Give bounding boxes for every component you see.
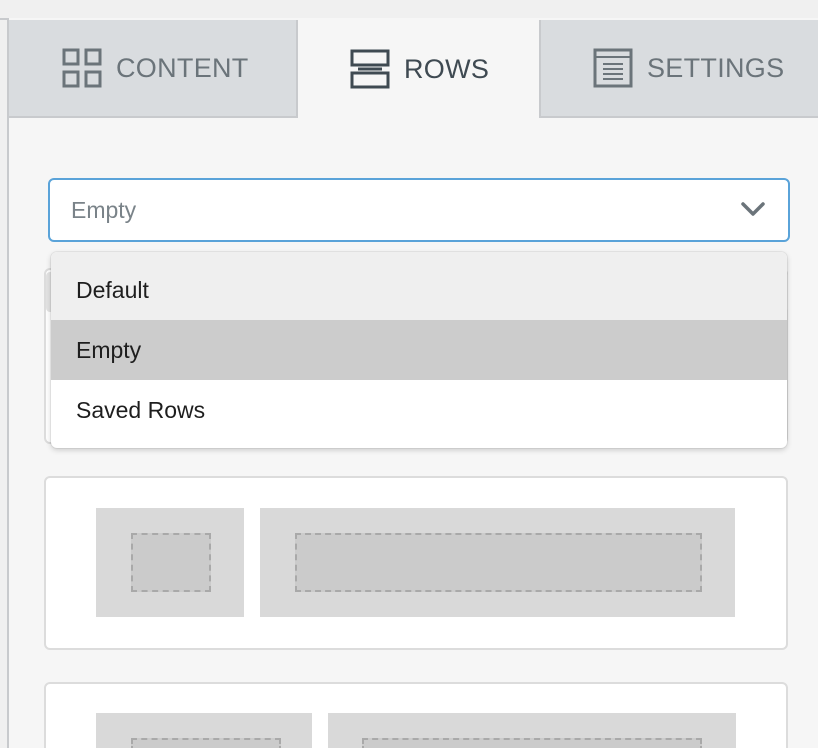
option-default[interactable]: Default	[51, 252, 787, 320]
column-placeholder	[131, 533, 211, 592]
row-group-select[interactable]: Empty	[48, 178, 790, 242]
column-placeholder	[295, 533, 702, 592]
tab-settings-label: SETTINGS	[647, 52, 785, 83]
top-strip	[0, 0, 818, 20]
tab-settings[interactable]: SETTINGS	[539, 20, 818, 118]
document-icon	[593, 48, 633, 88]
option-empty[interactable]: Empty	[51, 320, 787, 380]
column-placeholder	[362, 738, 702, 748]
row-group-select-value: Empty	[71, 196, 137, 223]
chevron-down-icon	[740, 200, 766, 218]
tab-rows[interactable]: ROWS	[298, 20, 539, 118]
option-saved-rows[interactable]: Saved Rows	[51, 380, 787, 440]
rows-icon	[350, 49, 390, 89]
tab-content-label: CONTENT	[116, 52, 249, 83]
grid-icon	[62, 48, 102, 88]
column-placeholder	[131, 738, 281, 748]
row-group-dropdown: Default Empty Saved Rows	[51, 252, 787, 448]
rows-panel-page: CONTENT ROWS SETTINGS Empty Default Empt…	[0, 0, 818, 748]
tab-rows-label: ROWS	[404, 53, 490, 84]
tab-content[interactable]: CONTENT	[9, 20, 298, 118]
